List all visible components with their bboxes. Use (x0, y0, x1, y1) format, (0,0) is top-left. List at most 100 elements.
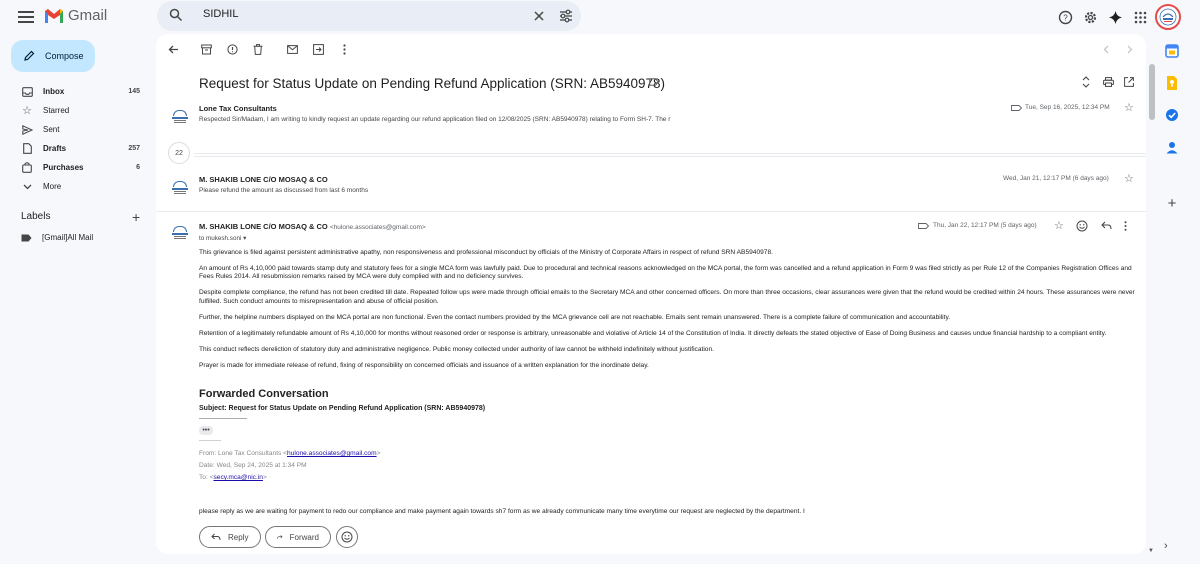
compose-label: Compose (45, 51, 84, 61)
show-trimmed-content-button[interactable]: ••• (199, 426, 213, 435)
forwarded-from: From: Lone Tax Consultants <hulone.assoc… (199, 450, 380, 457)
star-icon: ☆ (22, 105, 32, 117)
help-icon[interactable]: ? (1056, 8, 1074, 26)
body-paragraph: This conduct reflects dereliction of sta… (199, 345, 714, 353)
search-options-icon[interactable] (559, 9, 573, 23)
collapsed-message-2[interactable]: M. SHAKIB LONE C/O MOSAQ & CO Please ref… (168, 173, 1138, 201)
purchases-count: 6 (136, 164, 140, 171)
gmail-logo[interactable]: Gmail (44, 7, 107, 24)
delete-trash-icon[interactable] (251, 42, 265, 56)
emoji-reaction-button[interactable] (336, 526, 358, 548)
label-tag-icon (21, 234, 32, 241)
sender-line: M. SHAKIB LONE C/O MOSAQ & CO <hulone.as… (199, 222, 426, 231)
forward-icon (277, 535, 283, 539)
back-arrow-icon[interactable] (166, 42, 180, 56)
body-paragraph: Further, the helpline numbers displayed … (199, 313, 951, 321)
compose-button[interactable]: Compose (11, 40, 95, 72)
sender-name: M. SHAKIB LONE C/O MOSAQ & CO (199, 175, 328, 184)
forwarded-to: To: <secy.mca@nic.in> (199, 474, 267, 481)
keep-icon[interactable] (1163, 74, 1181, 92)
message-body: This grievance is filed against persiste… (199, 249, 1139, 378)
contacts-icon[interactable] (1163, 138, 1181, 156)
sender-avatar (168, 104, 192, 128)
message-divider (156, 211, 1146, 212)
sidebar-item-label: Purchases (43, 163, 84, 172)
send-icon (21, 124, 33, 136)
gemini-sparkle-icon[interactable] (1106, 8, 1124, 26)
sender-avatar (168, 220, 192, 244)
star-icon[interactable]: ☆ (1124, 172, 1134, 185)
scroll-down-arrow-icon[interactable]: ▼ (1148, 548, 1154, 554)
account-logo-icon (1159, 8, 1177, 26)
reply-button[interactable]: Reply (199, 526, 261, 548)
main-menu-icon[interactable] (17, 8, 35, 26)
app-name: Gmail (68, 7, 108, 24)
draft-count: 257 (128, 145, 140, 152)
search-icon[interactable] (169, 8, 183, 22)
expand-all-icon[interactable] (1082, 76, 1090, 88)
sender-name: Lone Tax Consultants (199, 104, 277, 113)
attachment-label-icon (918, 223, 929, 229)
star-icon[interactable]: ☆ (1124, 101, 1134, 114)
search-bar[interactable] (157, 1, 581, 31)
sidebar-item-purchases[interactable]: Purchases 6 (0, 158, 150, 177)
message-snippet: Respected Sir/Madam, I am writing to kin… (199, 116, 671, 123)
tasks-icon[interactable] (1163, 106, 1181, 124)
sidebar-item-inbox[interactable]: Inbox 145 (0, 82, 150, 101)
sidebar-item-drafts[interactable]: Drafts 257 (0, 139, 150, 158)
recipient-dropdown-icon[interactable]: ▾ (243, 235, 246, 242)
forwarded-date: Date: Wed, Sep 24, 2025 at 1:34 PM (199, 462, 307, 469)
sidebar-item-sent[interactable]: Sent (0, 120, 150, 139)
sidebar-item-label: Drafts (43, 144, 67, 153)
recipient-line[interactable]: to mukesh.soni ▾ (199, 235, 246, 242)
more-vert-icon[interactable] (337, 42, 351, 56)
forward-button[interactable]: Forward (265, 526, 331, 548)
hide-side-panel-chevron-icon[interactable]: › (1164, 540, 1168, 552)
sidebar-nav: Inbox 145 ☆ Starred Sent Drafts 257 Purc… (0, 82, 150, 196)
open-new-window-icon[interactable] (1124, 77, 1134, 87)
reply-label: Reply (228, 532, 249, 542)
svg-text:?: ? (1063, 13, 1068, 22)
body-paragraph: Prayer is made for immediate release of … (199, 361, 649, 369)
collapsed-message-1[interactable]: Lone Tax Consultants Respected Sir/Madam… (168, 102, 1138, 130)
more-vert-icon[interactable] (1124, 221, 1127, 231)
from-suffix: > (376, 450, 381, 457)
sidebar-item-more[interactable]: More (0, 177, 150, 196)
body-paragraph: Retention of a legitimately refundable a… (199, 329, 1107, 337)
message-toolbar (156, 34, 1146, 62)
older-chevron-right-icon[interactable] (1123, 42, 1137, 56)
report-spam-icon[interactable] (225, 42, 239, 56)
reply-icon[interactable] (1101, 221, 1112, 230)
from-label: From: Lone Tax Consultants < (199, 450, 288, 457)
sidebar-item-starred[interactable]: ☆ Starred (0, 101, 150, 120)
settings-gear-icon[interactable] (1081, 8, 1099, 26)
reply-icon (211, 533, 221, 541)
from-email-link[interactable]: hulone.associates@gmail.com (287, 450, 377, 457)
print-icon[interactable] (1103, 77, 1114, 87)
add-reaction-icon[interactable] (1076, 220, 1088, 232)
unread-count: 145 (128, 88, 140, 95)
to-email-link[interactable]: secy.mca@nic.in (213, 474, 262, 481)
label-name: [Gmail]All Mail (42, 233, 94, 242)
scrollbar-thumb[interactable] (1149, 64, 1155, 120)
move-to-icon[interactable] (311, 42, 325, 56)
message-date: Wed, Jan 21, 12:17 PM (6 days ago) (1003, 175, 1109, 182)
add-label-icon[interactable]: + (132, 209, 140, 225)
clear-search-icon[interactable] (533, 10, 545, 22)
account-avatar[interactable] (1155, 4, 1181, 30)
thread-subject: Request for Status Update on Pending Ref… (199, 76, 666, 91)
archive-icon[interactable] (199, 42, 213, 56)
important-label-icon[interactable] (649, 78, 659, 86)
collapsed-messages-count[interactable]: 22 (168, 142, 190, 164)
body-paragraph: This grievance is filed against persiste… (199, 249, 773, 256)
calendar-icon[interactable] (1163, 42, 1181, 60)
apps-grid-icon[interactable] (1131, 8, 1149, 26)
star-icon[interactable]: ☆ (1054, 219, 1064, 232)
search-input[interactable] (203, 8, 503, 20)
mark-unread-icon[interactable] (285, 42, 299, 56)
sidebar-item-label: More (43, 182, 62, 191)
get-add-ons-icon[interactable]: + (1163, 194, 1181, 212)
newer-chevron-left-icon[interactable] (1099, 42, 1113, 56)
open-message-header: M. SHAKIB LONE C/O MOSAQ & CO <hulone.as… (168, 220, 1138, 244)
label-all-mail[interactable]: [Gmail]All Mail (21, 233, 93, 242)
